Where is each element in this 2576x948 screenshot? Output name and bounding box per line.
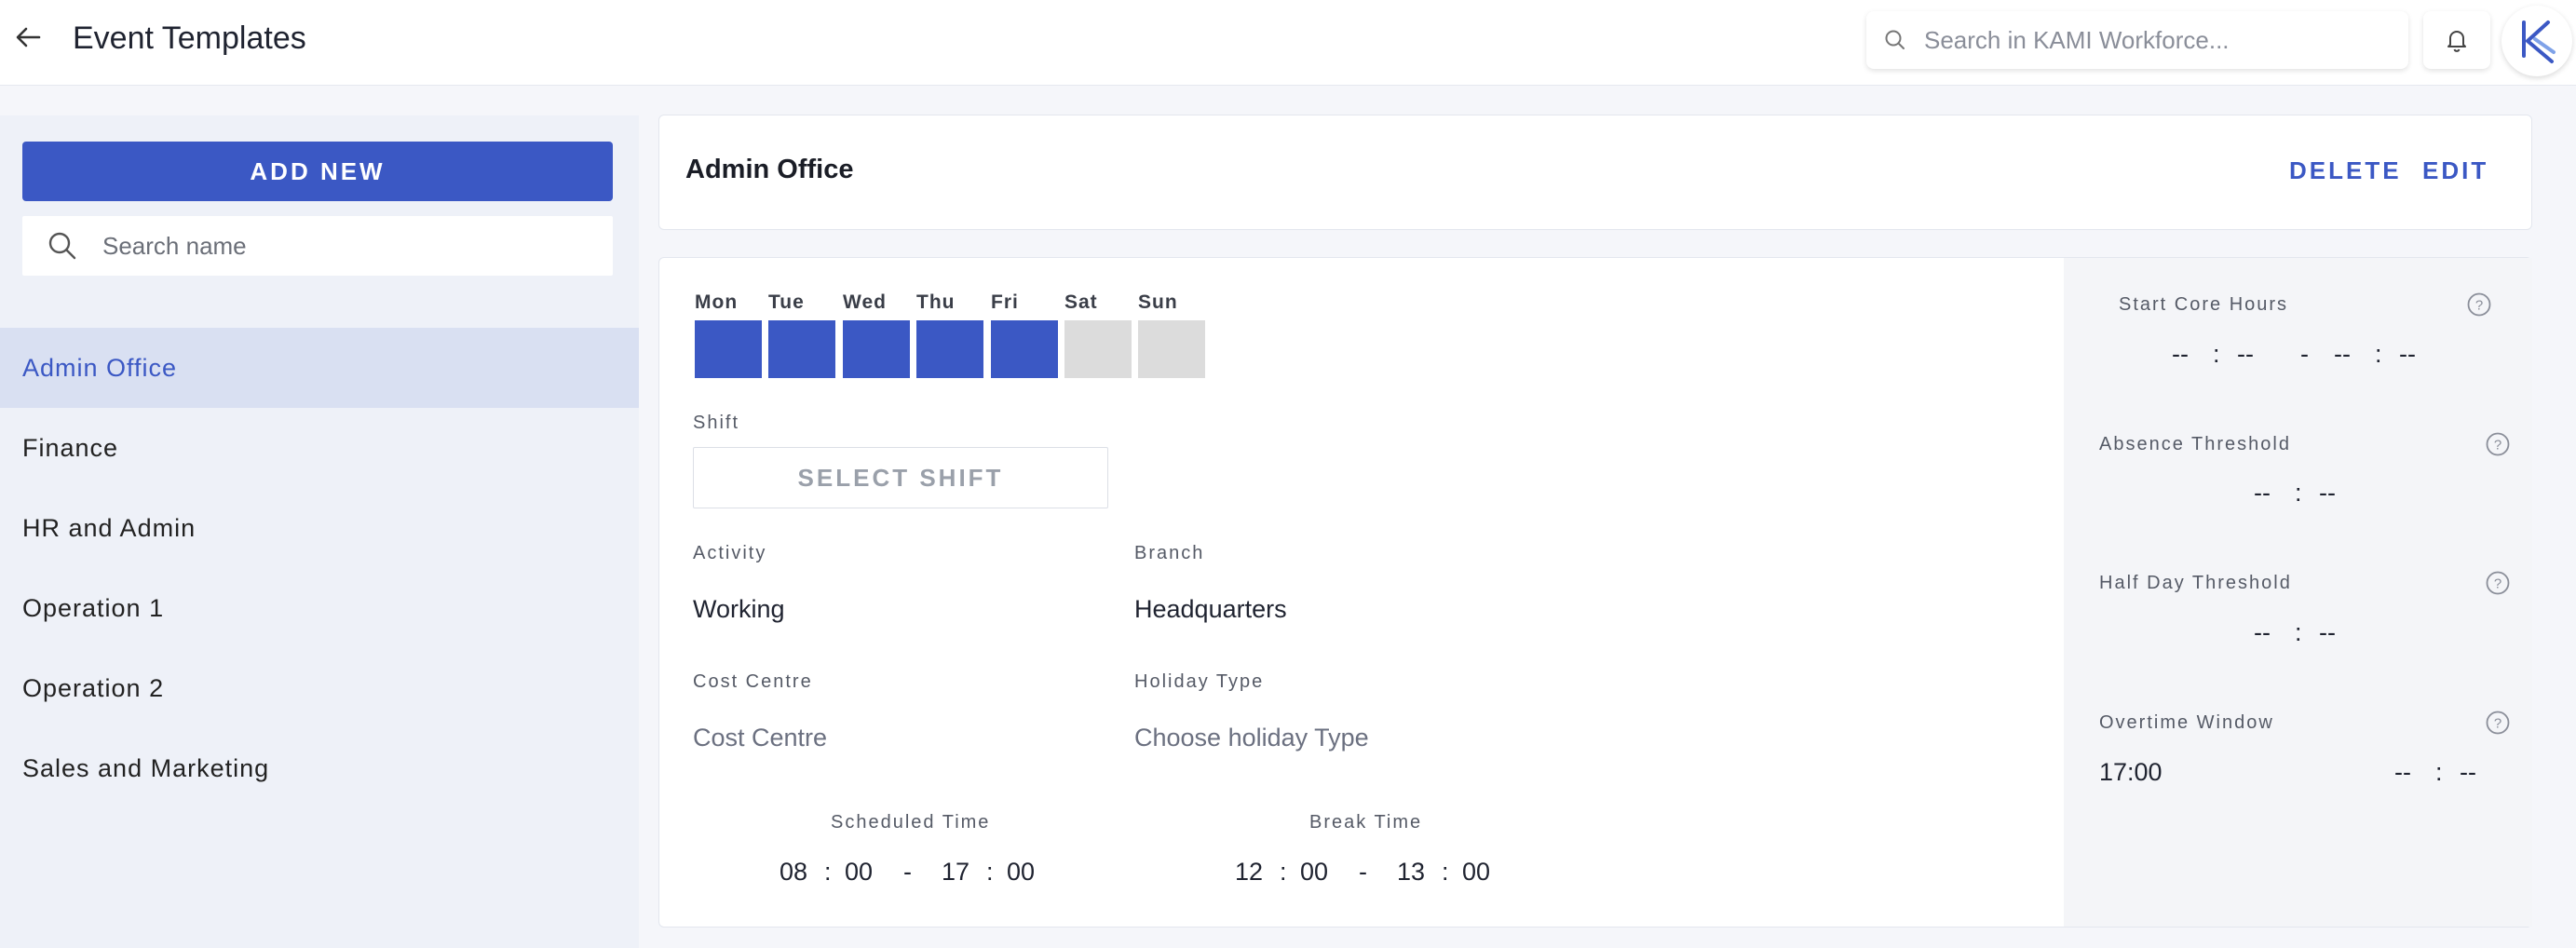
activity-value[interactable]: Working	[693, 595, 785, 624]
template-search-input[interactable]	[102, 225, 587, 266]
branch-label: Branch	[1134, 543, 1205, 563]
template-item-operation-1[interactable]: Operation 1	[0, 568, 639, 648]
notifications-button[interactable]	[2423, 11, 2490, 69]
cost-centre-label: Cost Centre	[693, 671, 813, 692]
break-end-hour[interactable]: 13	[1397, 858, 1425, 887]
search-icon	[47, 230, 78, 266]
day-toggle-fri[interactable]	[991, 320, 1058, 378]
help-icon[interactable]: ?	[2485, 431, 2511, 457]
time-colon: :	[2375, 340, 2382, 368]
break-time-label: Break Time	[1309, 812, 1423, 833]
template-item-hr-and-admin[interactable]: HR and Admin	[0, 488, 639, 568]
time-colon: :	[2295, 479, 2302, 507]
svg-text:?: ?	[2475, 298, 2483, 314]
svg-text:?: ?	[2494, 438, 2501, 454]
day-toggle-wed[interactable]	[843, 320, 910, 378]
help-icon[interactable]: ?	[2485, 570, 2511, 596]
help-icon[interactable]: ?	[2485, 710, 2511, 736]
back-arrow-icon[interactable]	[11, 20, 45, 54]
overtime-hour[interactable]: --	[2394, 758, 2411, 787]
template-search[interactable]	[22, 216, 613, 276]
break-start-hour[interactable]: 12	[1235, 858, 1263, 887]
template-header-card: Admin Office DELETE EDIT	[658, 115, 2532, 230]
core-start-hour[interactable]: --	[2172, 340, 2189, 369]
time-colon: :	[2295, 618, 2302, 646]
bell-icon	[2447, 31, 2466, 52]
time-dash: -	[1359, 858, 1367, 886]
holiday-type-label: Holiday Type	[1134, 671, 1265, 692]
absence-threshold-label: Absence Threshold	[2099, 434, 2291, 454]
svg-text:?: ?	[2494, 716, 2501, 732]
time-colon: :	[1442, 858, 1449, 886]
search-icon	[1883, 28, 1907, 52]
day-label-thu: Thu	[916, 291, 956, 313]
template-list: Admin Office Finance HR and Admin Operat…	[0, 328, 639, 808]
overtime-window-time: -- : --	[2064, 758, 2529, 790]
absence-threshold-time: -- : --	[2064, 479, 2529, 510]
global-search[interactable]	[1866, 11, 2408, 69]
time-colon: :	[2435, 758, 2443, 786]
day-toggle-mon[interactable]	[695, 320, 762, 378]
time-colon: :	[1280, 858, 1287, 886]
half-day-threshold-time: -- : --	[2064, 618, 2529, 650]
core-end-minute[interactable]: --	[2399, 340, 2416, 369]
break-start-minute[interactable]: 00	[1300, 858, 1328, 887]
break-time-range: 12 : 00 - 13 : 00	[659, 858, 1591, 889]
day-label-wed: Wed	[843, 291, 887, 313]
shift-label: Shift	[693, 413, 740, 433]
top-bar: Event Templates	[0, 0, 2576, 86]
half-day-hour[interactable]: --	[2254, 618, 2271, 647]
day-label-sun: Sun	[1138, 291, 1178, 313]
absence-minute[interactable]: --	[2319, 479, 2336, 508]
template-item-admin-office[interactable]: Admin Office	[0, 328, 639, 408]
half-day-minute[interactable]: --	[2319, 618, 2336, 647]
time-dash: -	[2300, 340, 2309, 368]
day-toggle-sun[interactable]	[1138, 320, 1205, 378]
global-search-input[interactable]	[1924, 20, 2390, 60]
template-item-sales-and-marketing[interactable]: Sales and Marketing	[0, 728, 639, 808]
day-label-sat: Sat	[1064, 291, 1098, 313]
core-end-hour[interactable]: --	[2334, 340, 2351, 369]
day-toggle-thu[interactable]	[916, 320, 983, 378]
start-core-hours-label: Start Core Hours	[2119, 294, 2289, 315]
template-item-finance[interactable]: Finance	[0, 408, 639, 488]
day-toggle-tue[interactable]	[768, 320, 835, 378]
kami-logo-icon	[2522, 20, 2556, 63]
delete-button[interactable]: DELETE	[2289, 156, 2402, 185]
day-label-fri: Fri	[991, 291, 1019, 313]
template-item-operation-2[interactable]: Operation 2	[0, 648, 639, 728]
overtime-minute[interactable]: --	[2460, 758, 2476, 787]
day-label-tue: Tue	[768, 291, 805, 313]
holiday-type-field[interactable]: Choose holiday Type	[1134, 724, 1369, 752]
template-detail-card: Mon Tue Wed Thu Fri Sat Sun Shift SELECT…	[658, 257, 2532, 928]
help-icon[interactable]: ?	[2466, 291, 2492, 318]
cost-centre-field[interactable]: Cost Centre	[693, 724, 827, 752]
absence-hour[interactable]: --	[2254, 479, 2271, 508]
thresholds-panel: Start Core Hours ? -- : -- - -- : -- Abs…	[2064, 258, 2532, 927]
start-core-hours-range: -- : -- - -- : --	[2064, 340, 2529, 372]
templates-sidebar: ADD NEW Admin Office Finance HR and Admi…	[0, 115, 639, 948]
core-start-minute[interactable]: --	[2237, 340, 2254, 369]
app-logo[interactable]	[2501, 6, 2572, 76]
page-title: Event Templates	[73, 20, 306, 56]
time-colon: :	[2213, 340, 2220, 368]
branch-value[interactable]: Headquarters	[1134, 595, 1287, 624]
edit-button[interactable]: EDIT	[2422, 156, 2488, 185]
add-new-button[interactable]: ADD NEW	[22, 142, 613, 201]
day-toggle-sat[interactable]	[1064, 320, 1132, 378]
overtime-window-label: Overtime Window	[2099, 712, 2274, 733]
break-end-minute[interactable]: 00	[1462, 858, 1490, 887]
svg-text:?: ?	[2494, 576, 2501, 592]
day-label-mon: Mon	[695, 291, 739, 313]
select-shift-button[interactable]: SELECT SHIFT	[693, 447, 1108, 508]
activity-label: Activity	[693, 543, 767, 563]
scheduled-time-label: Scheduled Time	[831, 812, 991, 833]
template-title: Admin Office	[685, 155, 854, 184]
half-day-threshold-label: Half Day Threshold	[2099, 573, 2292, 593]
